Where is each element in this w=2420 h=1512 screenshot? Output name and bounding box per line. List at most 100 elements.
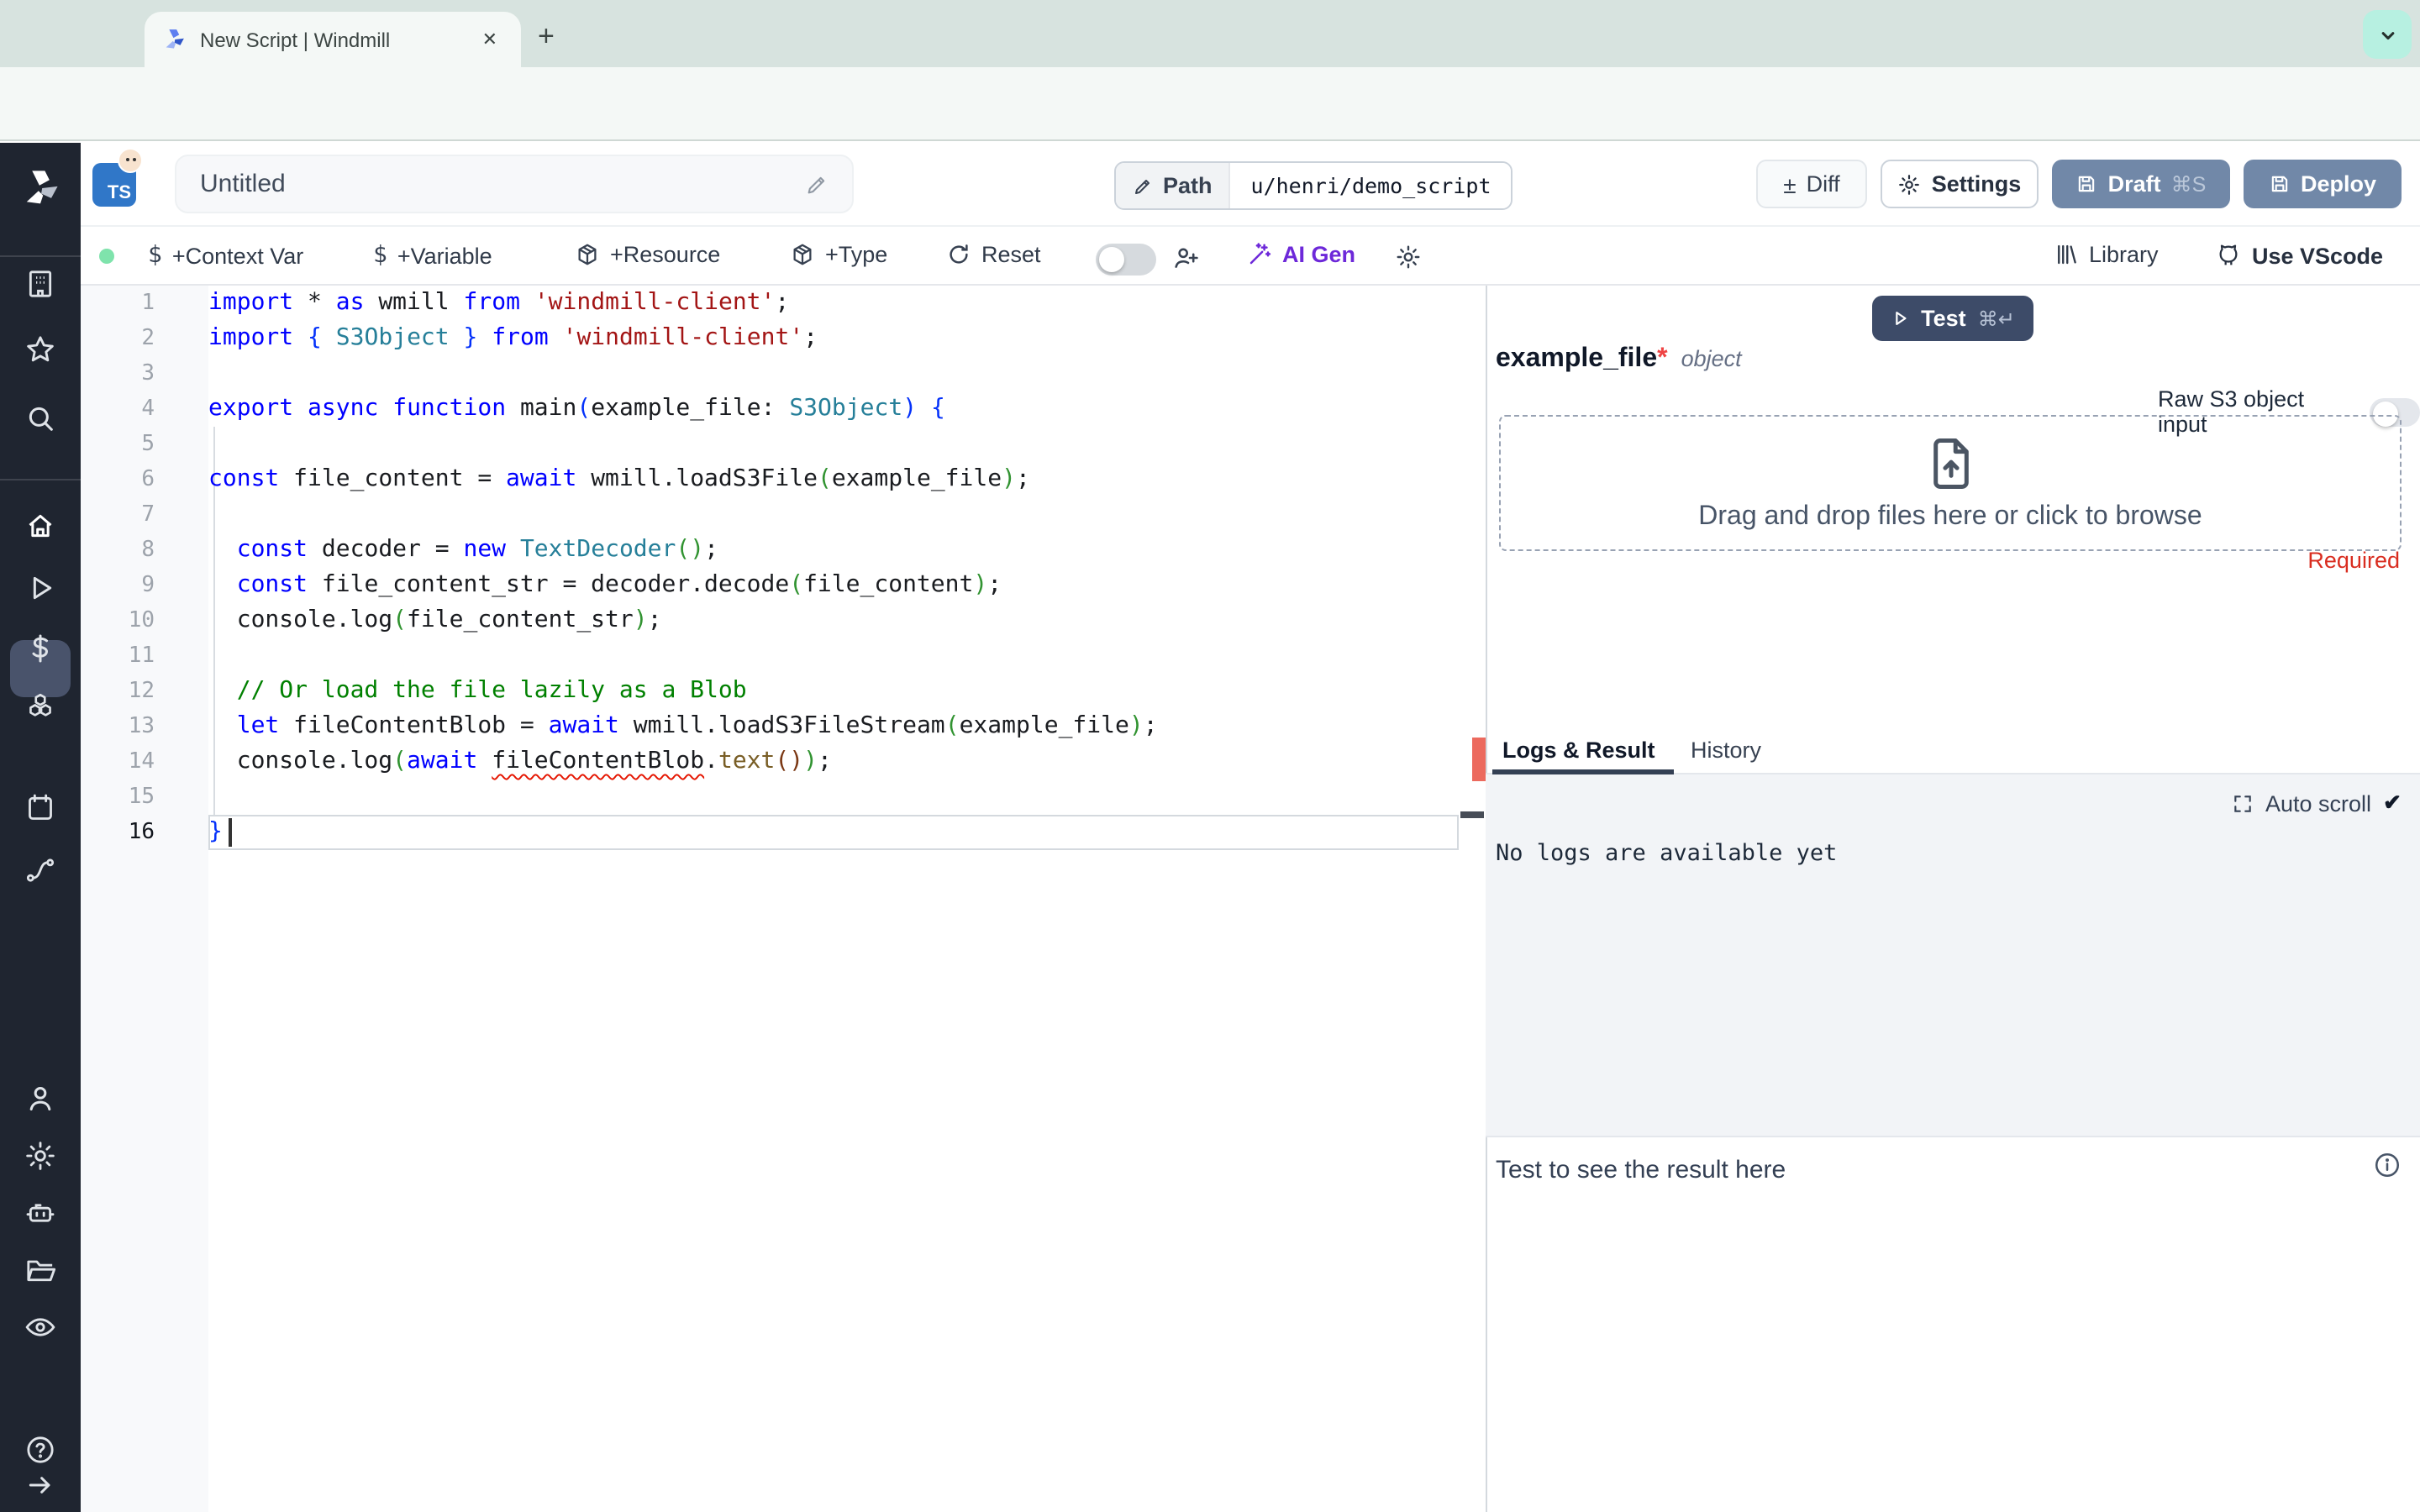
path-group[interactable]: Path u/henri/demo_script xyxy=(1114,161,1513,210)
script-title: Untitled xyxy=(200,170,805,198)
script-title-input[interactable]: Untitled xyxy=(175,155,854,213)
code-line-13[interactable]: let fileContentBlob = await wmill.loadS3… xyxy=(208,709,1460,744)
sidebar-item-runs-play-icon[interactable] xyxy=(24,571,57,605)
sidebar-item-audit-eye-icon[interactable] xyxy=(24,1310,57,1344)
line-number: 14 xyxy=(81,744,155,780)
browser-navbar: ← → app.windmill.dev/scripts/add#JTdCJTI… xyxy=(0,67,2420,141)
sidebar-item-search-icon[interactable] xyxy=(24,402,57,435)
browser-tab[interactable]: New Script | Windmill ✕ xyxy=(145,12,521,67)
chrome-chevron-button[interactable] xyxy=(2363,10,2412,59)
reset-button[interactable]: Reset xyxy=(946,242,1041,267)
info-icon[interactable] xyxy=(2373,1151,2402,1179)
line-number: 12 xyxy=(81,674,155,709)
sidebar-item-resources-cubes-icon[interactable] xyxy=(23,691,58,727)
logs-panel xyxy=(1486,774,2420,1137)
result-placeholder: Test to see the result here xyxy=(1496,1156,1786,1184)
line-number: 9 xyxy=(81,568,155,603)
use-vscode-button[interactable]: Use VScode xyxy=(2215,242,2383,269)
library-label: Library xyxy=(2089,242,2159,267)
person-add-icon[interactable] xyxy=(1171,244,1200,272)
line-number: 13 xyxy=(81,709,155,744)
code-line-2[interactable]: import { S3Object } from 'windmill-clien… xyxy=(208,321,1460,356)
line-number: 3 xyxy=(81,356,155,391)
code-line-1[interactable]: import * as wmill from 'windmill-client'… xyxy=(208,286,1460,321)
status-dot xyxy=(99,249,114,264)
editor-settings-gear-icon[interactable] xyxy=(1395,244,1422,270)
diff-mode-toggle[interactable] xyxy=(1096,244,1156,276)
sidebar-help-icon[interactable] xyxy=(24,1433,57,1467)
ai-gen-button[interactable]: AI Gen xyxy=(1247,242,1355,267)
arg-type: object xyxy=(1681,346,1742,371)
add-resource-button[interactable]: +Resource xyxy=(575,242,720,267)
sidebar-item-flows-route-icon[interactable] xyxy=(24,853,57,887)
text-cursor xyxy=(229,818,231,847)
sidebar-divider xyxy=(0,255,81,257)
draft-button[interactable]: Draft ⌘S xyxy=(2052,160,2230,208)
code-line-9[interactable]: const file_content_str = decoder.decode(… xyxy=(208,568,1460,603)
code-line-7[interactable] xyxy=(208,497,1460,533)
code-line-12[interactable]: // Or load the file lazily as a Blob xyxy=(208,674,1460,709)
chevron-down-icon xyxy=(2375,23,2399,46)
variable-label: +Variable xyxy=(397,243,492,268)
context-var-label: +Context Var xyxy=(172,243,303,268)
test-button[interactable]: Test ⌘↵ xyxy=(1872,296,2033,341)
overview-ruler-cursor-marker xyxy=(1460,811,1484,818)
tab-close-icon[interactable]: ✕ xyxy=(476,25,504,54)
autoscroll-control[interactable]: Auto scroll ✔ xyxy=(2232,790,2402,816)
file-dropzone[interactable]: Drag and drop files here or click to bro… xyxy=(1499,415,2402,551)
app-sidebar xyxy=(0,143,81,1512)
library-icon xyxy=(2054,242,2079,267)
windmill-logo-icon[interactable] xyxy=(18,166,62,210)
code-line-14[interactable]: console.log(await fileContentBlob.text()… xyxy=(208,744,1460,780)
code-line-11[interactable] xyxy=(208,638,1460,674)
diff-button[interactable]: ± Diff xyxy=(1756,160,1867,208)
path-value[interactable]: u/henri/demo_script xyxy=(1229,163,1512,208)
sidebar-item-favorites-star-icon[interactable] xyxy=(24,333,57,366)
edit-pencil-icon xyxy=(1133,176,1153,196)
add-context-var-button[interactable]: $ +Context Var xyxy=(148,242,303,269)
new-tab-button[interactable]: + xyxy=(538,20,555,54)
no-logs-text: No logs are available yet xyxy=(1496,840,1837,867)
code-line-16[interactable]: } xyxy=(208,815,1460,850)
line-number: 2 xyxy=(81,321,155,356)
overview-ruler-error-marker xyxy=(1472,738,1486,781)
dollar-icon: $ xyxy=(148,242,162,269)
line-number: 5 xyxy=(81,427,155,462)
path-button[interactable]: Path xyxy=(1116,163,1229,208)
add-type-button[interactable]: +Type xyxy=(790,242,887,267)
deploy-button[interactable]: Deploy xyxy=(2244,160,2402,208)
test-shortcut: ⌘↵ xyxy=(1978,307,2015,330)
add-variable-button[interactable]: $ +Variable xyxy=(373,242,492,269)
dollar-icon: $ xyxy=(373,242,387,269)
path-label: Path xyxy=(1163,173,1213,198)
sidebar-item-workspace-building-icon[interactable] xyxy=(24,267,57,301)
code-line-10[interactable]: console.log(file_content_str); xyxy=(208,603,1460,638)
sidebar-item-schedules-calendar-icon[interactable] xyxy=(24,791,57,825)
argument-header: example_file* object xyxy=(1496,344,1742,375)
tab-logs-result[interactable]: Logs & Result xyxy=(1502,738,1655,763)
autoscroll-label: Auto scroll xyxy=(2265,790,2371,816)
code-line-5[interactable] xyxy=(208,427,1460,462)
plus-minus-icon: ± xyxy=(1783,171,1796,197)
code-line-6[interactable]: const file_content = await wmill.loadS3F… xyxy=(208,462,1460,497)
code-line-4[interactable]: export async function main(example_file:… xyxy=(208,391,1460,427)
edit-pencil-icon[interactable] xyxy=(805,172,829,196)
windmill-favicon-icon xyxy=(161,27,187,52)
sidebar-item-workers-robot-icon[interactable] xyxy=(24,1196,57,1230)
tab-history[interactable]: History xyxy=(1691,738,1761,763)
library-button[interactable]: Library xyxy=(2054,242,2159,267)
code-line-15[interactable] xyxy=(208,780,1460,815)
required-star: * xyxy=(1657,344,1667,373)
sidebar-item-folders-icon[interactable] xyxy=(24,1253,57,1287)
sidebar-item-variables-dollar-icon[interactable] xyxy=(24,632,57,665)
code-line-3[interactable] xyxy=(208,356,1460,391)
sidebar-item-user-icon[interactable] xyxy=(24,1082,57,1116)
settings-button[interactable]: Settings xyxy=(1881,160,2039,208)
sidebar-expand-arrow-icon[interactable] xyxy=(24,1468,57,1502)
package-icon xyxy=(790,242,815,267)
settings-label: Settings xyxy=(1932,171,2022,197)
sidebar-item-settings-gear-icon[interactable] xyxy=(24,1139,57,1173)
package-icon xyxy=(575,242,600,267)
sidebar-item-home-icon[interactable] xyxy=(24,509,57,543)
expand-icon[interactable] xyxy=(2232,792,2254,814)
